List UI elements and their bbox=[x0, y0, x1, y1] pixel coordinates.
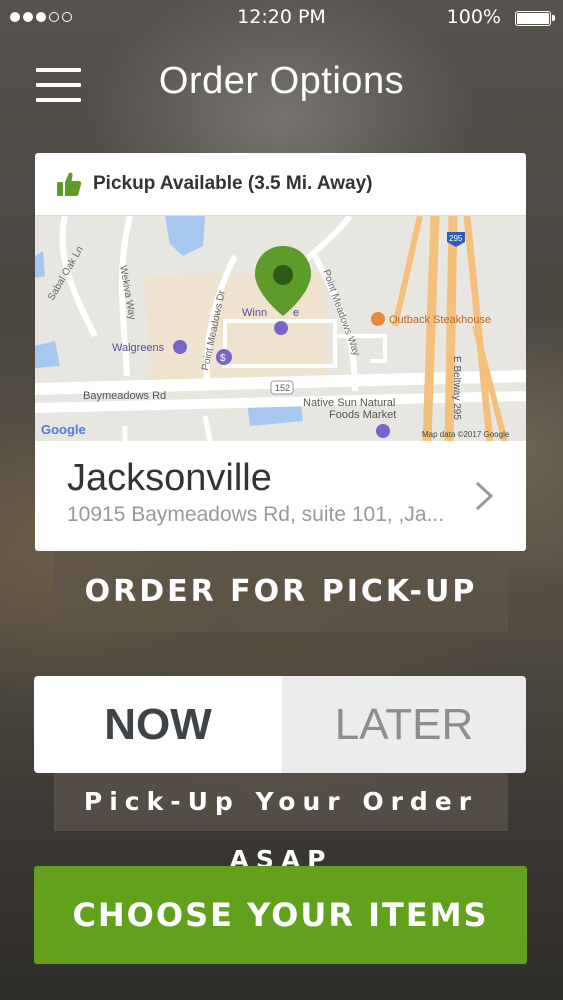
svg-text:$: $ bbox=[220, 353, 226, 364]
pickup-availability-header: Pickup Available (3.5 Mi. Away) bbox=[35, 153, 526, 216]
timing-note: Pick-Up Your Order ASAP bbox=[54, 773, 508, 874]
map-label-beltway: E Beltway 295 bbox=[451, 356, 462, 420]
chevron-right-icon[interactable] bbox=[474, 480, 496, 512]
map-label-winn-dixie-suffix: e bbox=[293, 307, 299, 319]
later-toggle-option[interactable]: LATER bbox=[282, 676, 526, 773]
location-address: 10915 Baymeadows Rd, suite 101, ,Ja... bbox=[67, 503, 445, 526]
order-for-pickup-button[interactable]: ORDER FOR PICK-UP bbox=[54, 552, 508, 632]
map-label-route-295: 295 bbox=[449, 234, 463, 243]
map-label-baymeadows: Baymeadows Rd bbox=[83, 390, 166, 402]
location-name: Jacksonville bbox=[67, 457, 272, 499]
map-label-walgreens: Walgreens bbox=[112, 342, 165, 354]
thumbs-up-icon bbox=[57, 172, 82, 196]
pickup-availability-text: Pickup Available (3.5 Mi. Away) bbox=[93, 173, 373, 194]
battery-icon bbox=[515, 11, 555, 26]
map-label-outback: Outback Steakhouse bbox=[389, 314, 491, 326]
status-bar: 12:20 PM 100% bbox=[0, 0, 563, 36]
page-title: Order Options bbox=[158, 60, 405, 102]
map-label-native-sun-1: Native Sun Natural bbox=[303, 397, 395, 409]
location-card[interactable]: Pickup Available (3.5 Mi. Away) Sabal Oa… bbox=[35, 153, 526, 551]
timing-toggle[interactable]: NOW LATER bbox=[34, 676, 526, 773]
map-label-winn: Winn bbox=[242, 307, 267, 319]
choose-your-items-button[interactable]: CHOOSE YOUR ITEMS bbox=[34, 866, 527, 964]
now-toggle-option[interactable]: NOW bbox=[34, 676, 282, 773]
map-label-route-152: 152 bbox=[275, 383, 290, 393]
map-label-native-sun-2: Foods Market bbox=[329, 409, 396, 421]
google-logo: Google bbox=[41, 422, 86, 437]
battery-percent: 100% bbox=[446, 6, 501, 28]
location-map[interactable]: Sabal Oak Ln Wekiva Way Walgreens Point … bbox=[35, 216, 526, 441]
map-attribution: Map data ©2017 Google bbox=[422, 430, 510, 439]
